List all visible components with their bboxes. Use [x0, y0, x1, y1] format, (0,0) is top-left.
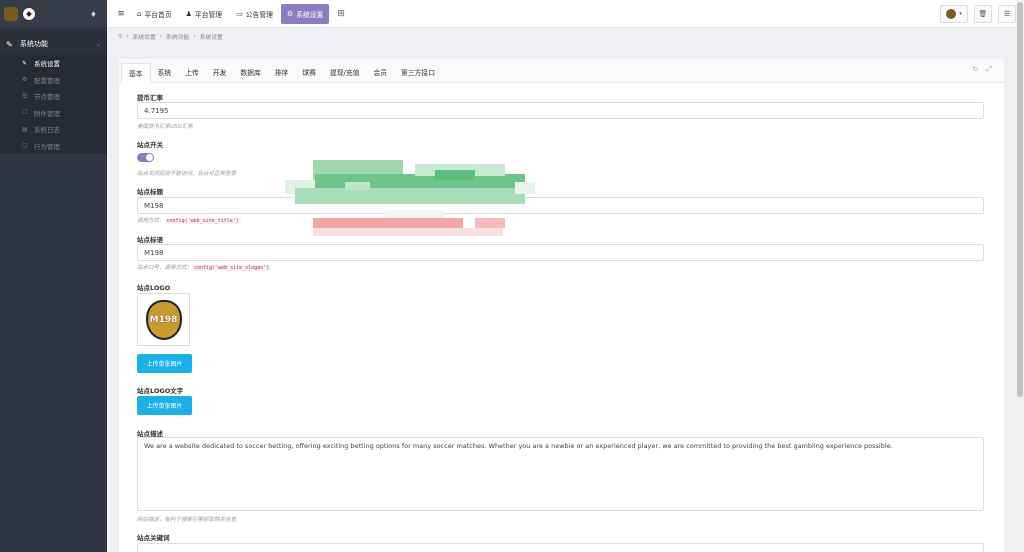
caret-down-icon: ▾ [959, 11, 962, 17]
location-pin-icon: ⚲ [118, 33, 123, 40]
logo-text-label: 站点LOGO文字 [137, 387, 184, 395]
sidebar-item-label: 行为管理 [34, 142, 60, 151]
keywords-label: 站点关键词 [137, 534, 170, 542]
sidebar-item-2[interactable]: ☰ 节点管理 [0, 88, 107, 105]
upload-logo-button[interactable]: 上传单张图片 [137, 354, 192, 373]
action-icon: ▢ [22, 142, 28, 150]
site-logo-image: M198 [145, 299, 182, 340]
sidebar-item-label: 附件管理 [34, 109, 60, 118]
sidebar-group-label: 系统功能 [20, 40, 48, 48]
tab-7[interactable]: 提现/充值 [323, 62, 366, 82]
rate-help: 美国货币汇率USD汇率 [137, 124, 193, 130]
switch-help: 站点关闭后将不能访问，后台可正常登录 [137, 171, 237, 177]
sidebar-item-label: 系统日志 [34, 126, 60, 135]
brand-logo[interactable] [4, 7, 18, 21]
tab-3[interactable]: 开发 [206, 62, 234, 82]
tab-1[interactable]: 系统 [151, 62, 179, 82]
settings-panel: 基本 系统 上传 开发 数据库 排序 球赛 提现/充值 会员 第三方接口 ↻ ⤢ 提币汇率 4.7… [119, 59, 1004, 552]
attachment-icon: ☐ [22, 109, 28, 117]
log-icon: ▤ [22, 125, 28, 133]
tab-9[interactable]: 第三方接口 [394, 62, 442, 82]
top-right-tools: ▾ 🗑 ☰ [940, 5, 1016, 23]
user-menu-button[interactable]: ▾ [940, 5, 968, 23]
trash-icon: 🗑 [978, 10, 988, 18]
sidebar-item-label: 节点管理 [34, 93, 60, 102]
desc-help: 网站描述，有利于搜索引擎抓取相关信息 [137, 517, 237, 523]
tab-4[interactable]: 数据库 [233, 62, 267, 82]
topnav-item-3[interactable]: ⚙ 系统设置 [280, 3, 330, 24]
wrench-icon: ✎ [22, 59, 28, 67]
grid-icon[interactable]: ⊞ [337, 9, 345, 19]
slogan-input[interactable]: M198 [137, 244, 984, 261]
desc-textarea[interactable]: We are a website dedicated to soccer bet… [137, 437, 984, 511]
menu-toggle-icon[interactable]: ≡ [111, 9, 131, 19]
upload-logo-text-button[interactable]: 上传单张图片 [137, 396, 192, 415]
slogan-label: 站点标语 [137, 236, 163, 244]
title-label: 站点标题 [137, 188, 163, 196]
gear-icon: ⚙ [286, 9, 294, 18]
rate-label: 提币汇率 [137, 94, 163, 102]
topnav-item-label: 平台首页 [144, 10, 172, 19]
sidebar-submenu: ✎ 系统设置 ⚙ 配置管理 ☰ 节点管理 ☐ 附件管理 ▤ 系统日志 ▢ 行为管理 [0, 55, 107, 154]
home-icon: ⌂ [137, 9, 142, 18]
refresh-icon[interactable]: ↻ [973, 65, 979, 74]
sidebar-item-label: 系统设置 [34, 60, 60, 69]
top-navbar: ≡ ⌂ 平台首页 ♟ 平台管理 ▭ 公告管理 ⚙ 系统设置 ⊞ ▾ 🗑 ☰ [107, 0, 1024, 28]
sidebar-item-5[interactable]: ▢ 行为管理 [0, 138, 107, 155]
title-help: 调用方式： config('web_site_title') [137, 218, 241, 224]
site-switch-toggle[interactable] [137, 153, 154, 162]
settings-panel-button[interactable]: ☰ [998, 5, 1016, 23]
soccer-ball-icon [22, 7, 36, 21]
topnav-item-1[interactable]: ♟ 平台管理 [180, 4, 228, 24]
user-icon: ♟ [185, 9, 192, 18]
sidebar-item-4[interactable]: ▤ 系统日志 [0, 121, 107, 138]
node-icon: ☰ [22, 92, 28, 100]
tab-8[interactable]: 会员 [366, 62, 394, 82]
title-input[interactable]: M198 [137, 197, 984, 214]
sidebar-item-1[interactable]: ⚙ 配置管理 [0, 72, 107, 89]
topnav-item-2[interactable]: ▭ 公告管理 [230, 4, 279, 24]
top-nav: ⌂ 平台首页 ♟ 平台管理 ▭ 公告管理 ⚙ 系统设置 [131, 3, 331, 24]
logo-label: 站点LOGO [137, 284, 171, 292]
breadcrumb: ⚲ › 系统设置 › 系统功能 › 系统设置 [118, 32, 223, 42]
settings-tabs: 基本 系统 上传 开发 数据库 排序 球赛 提现/充值 会员 第三方接口 [119, 59, 1004, 83]
topnav-item-label: 平台管理 [194, 10, 223, 19]
tab-6[interactable]: 球赛 [295, 62, 323, 82]
chevron-down-icon: ⌄ [95, 40, 101, 48]
page-scrollbar[interactable] [1016, 0, 1024, 552]
tab-0[interactable]: 基本 [121, 63, 151, 83]
topnav-item-label: 公告管理 [245, 10, 273, 19]
trash-button[interactable]: 🗑 [974, 5, 992, 23]
rate-input[interactable]: 4.7195 [137, 102, 984, 119]
fullscreen-icon[interactable]: ⤢ [986, 65, 992, 74]
sidebar-logo-bar: ♦ [0, 0, 107, 28]
list-icon: ☰ [1003, 10, 1011, 18]
tab-2[interactable]: 上传 [178, 62, 206, 82]
logo-preview[interactable]: M198 [137, 293, 190, 346]
avatar [946, 9, 957, 19]
droplet-icon[interactable]: ♦ [90, 10, 97, 19]
sidebar-group-system[interactable]: ✎ 系统功能 ⌄ [0, 33, 107, 55]
scrollbar-thumb[interactable] [1017, 2, 1023, 397]
keywords-input[interactable] [137, 543, 984, 552]
redaction-mosaic [285, 160, 545, 240]
config-icon: ⚙ [22, 76, 28, 84]
sidebar-item-0[interactable]: ✎ 系统设置 [0, 55, 107, 72]
breadcrumb-item[interactable]: 系统设置 [133, 32, 156, 41]
topnav-item-0[interactable]: ⌂ 平台首页 [131, 4, 178, 24]
slogan-help: 站点口号，调用方式： config('web_site_slogan') [137, 265, 272, 271]
breadcrumb-item[interactable]: 系统功能 [166, 32, 189, 41]
sidebar-item-label: 配置管理 [34, 76, 60, 85]
breadcrumb-item: 系统设置 [199, 35, 223, 41]
wrench-icon: ✎ [6, 39, 13, 49]
topnav-item-label: 系统设置 [296, 10, 324, 19]
switch-label: 站点开关 [137, 141, 163, 149]
panel-tools: ↻ ⤢ [973, 65, 992, 74]
tab-5[interactable]: 排序 [268, 62, 296, 82]
sidebar-item-3[interactable]: ☐ 附件管理 [0, 105, 107, 122]
sidebar: ♦ ✎ 系统功能 ⌄ ✎ 系统设置 ⚙ 配置管理 ☰ 节点管理 ☐ 附件管理 ▤ 系统日志 ▢ 行为管… [0, 0, 107, 552]
notice-icon: ▭ [236, 9, 243, 18]
